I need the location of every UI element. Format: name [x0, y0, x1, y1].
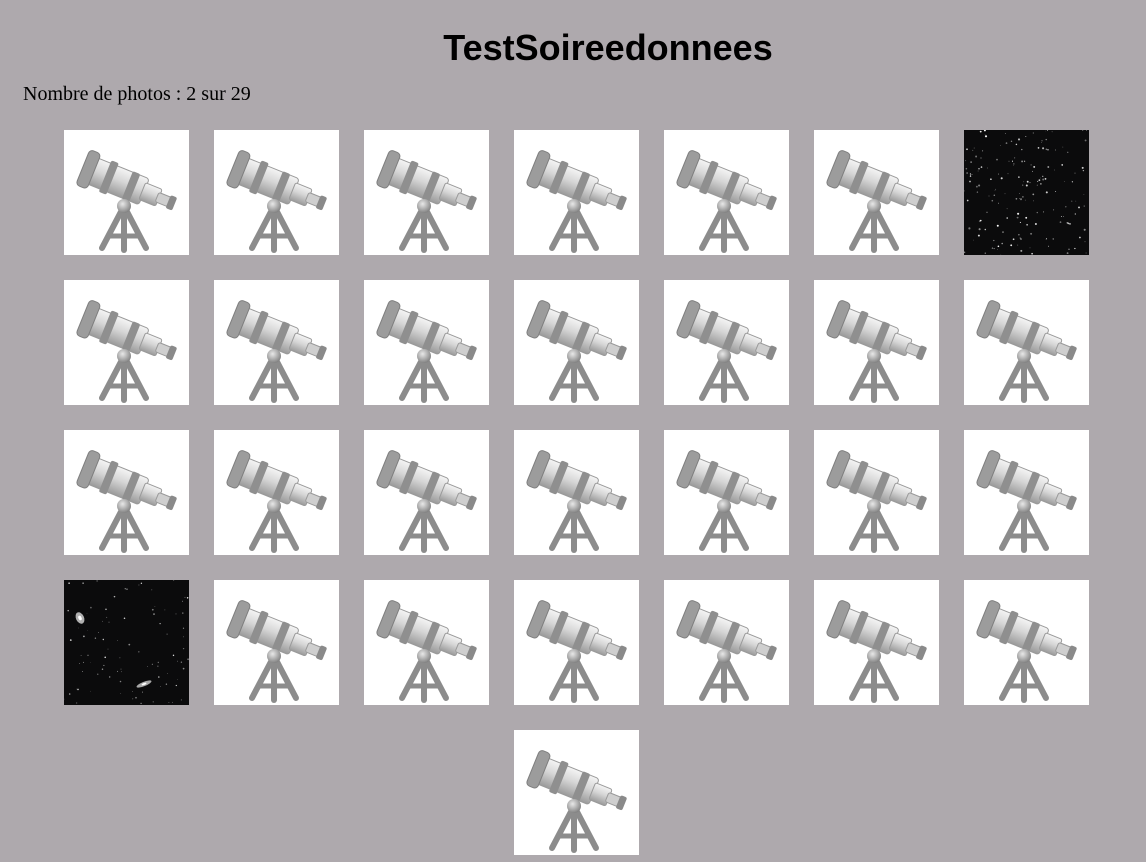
- telescope-icon: [526, 300, 627, 403]
- photo-placeholder-thumbnail[interactable]: [214, 430, 339, 555]
- telescope-icon: [376, 150, 477, 253]
- photo-placeholder-thumbnail[interactable]: [64, 430, 189, 555]
- photo-placeholder-thumbnail[interactable]: [514, 580, 639, 705]
- photo-thumbnail[interactable]: [64, 580, 189, 705]
- photo-placeholder-thumbnail[interactable]: [814, 580, 939, 705]
- photo-placeholder-thumbnail[interactable]: [364, 580, 489, 705]
- telescope-icon: [76, 300, 177, 403]
- photo-placeholder-thumbnail[interactable]: [814, 430, 939, 555]
- telescope-icon: [526, 750, 627, 853]
- photo-thumbnail[interactable]: [964, 130, 1089, 255]
- photo-placeholder-thumbnail[interactable]: [664, 130, 789, 255]
- photo-placeholder-thumbnail[interactable]: [964, 430, 1089, 555]
- photo-placeholder-thumbnail[interactable]: [964, 280, 1089, 405]
- telescope-icon: [826, 450, 927, 553]
- photo-placeholder-thumbnail[interactable]: [514, 130, 639, 255]
- galaxy-photo-image: [64, 580, 189, 705]
- photo-placeholder-thumbnail[interactable]: [214, 580, 339, 705]
- telescope-icon: [226, 150, 327, 253]
- telescope-icon: [226, 600, 327, 703]
- photo-placeholder-thumbnail[interactable]: [514, 280, 639, 405]
- telescope-icon: [526, 150, 627, 253]
- photo-placeholder-thumbnail[interactable]: [364, 280, 489, 405]
- telescope-icon: [676, 150, 777, 253]
- page-title: TestSoireedonnees: [443, 27, 773, 68]
- telescope-icon: [76, 150, 177, 253]
- photo-placeholder-thumbnail[interactable]: [214, 280, 339, 405]
- telescope-icon: [976, 300, 1077, 403]
- telescope-icon: [526, 450, 627, 553]
- photo-placeholder-thumbnail[interactable]: [664, 280, 789, 405]
- telescope-icon: [826, 300, 927, 403]
- telescope-icon: [826, 150, 927, 253]
- telescope-icon: [676, 600, 777, 703]
- telescope-icon: [226, 450, 327, 553]
- telescope-icon: [826, 600, 927, 703]
- photo-placeholder-thumbnail[interactable]: [214, 130, 339, 255]
- photo-placeholder-thumbnail[interactable]: [814, 280, 939, 405]
- photo-placeholder-thumbnail[interactable]: [514, 730, 639, 855]
- photo-placeholder-thumbnail[interactable]: [364, 130, 489, 255]
- telescope-icon: [976, 450, 1077, 553]
- telescope-icon: [226, 300, 327, 403]
- telescope-icon: [76, 450, 177, 553]
- telescope-icon: [376, 450, 477, 553]
- photo-placeholder-thumbnail[interactable]: [664, 580, 789, 705]
- photo-gallery: [64, 130, 1089, 855]
- photo-placeholder-thumbnail[interactable]: [514, 430, 639, 555]
- telescope-icon: [976, 600, 1077, 703]
- star-field-photo-image: [964, 130, 1089, 255]
- photo-placeholder-thumbnail[interactable]: [964, 580, 1089, 705]
- telescope-icon: [376, 600, 477, 703]
- photo-count-label: Nombre de photos : 2 sur 29: [23, 83, 251, 105]
- photo-placeholder-thumbnail[interactable]: [64, 130, 189, 255]
- photo-placeholder-thumbnail[interactable]: [814, 130, 939, 255]
- telescope-icon: [526, 600, 627, 703]
- telescope-icon: [376, 300, 477, 403]
- photo-placeholder-thumbnail[interactable]: [364, 430, 489, 555]
- photo-placeholder-thumbnail[interactable]: [664, 430, 789, 555]
- telescope-icon: [676, 300, 777, 403]
- photo-placeholder-thumbnail[interactable]: [64, 280, 189, 405]
- telescope-icon: [676, 450, 777, 553]
